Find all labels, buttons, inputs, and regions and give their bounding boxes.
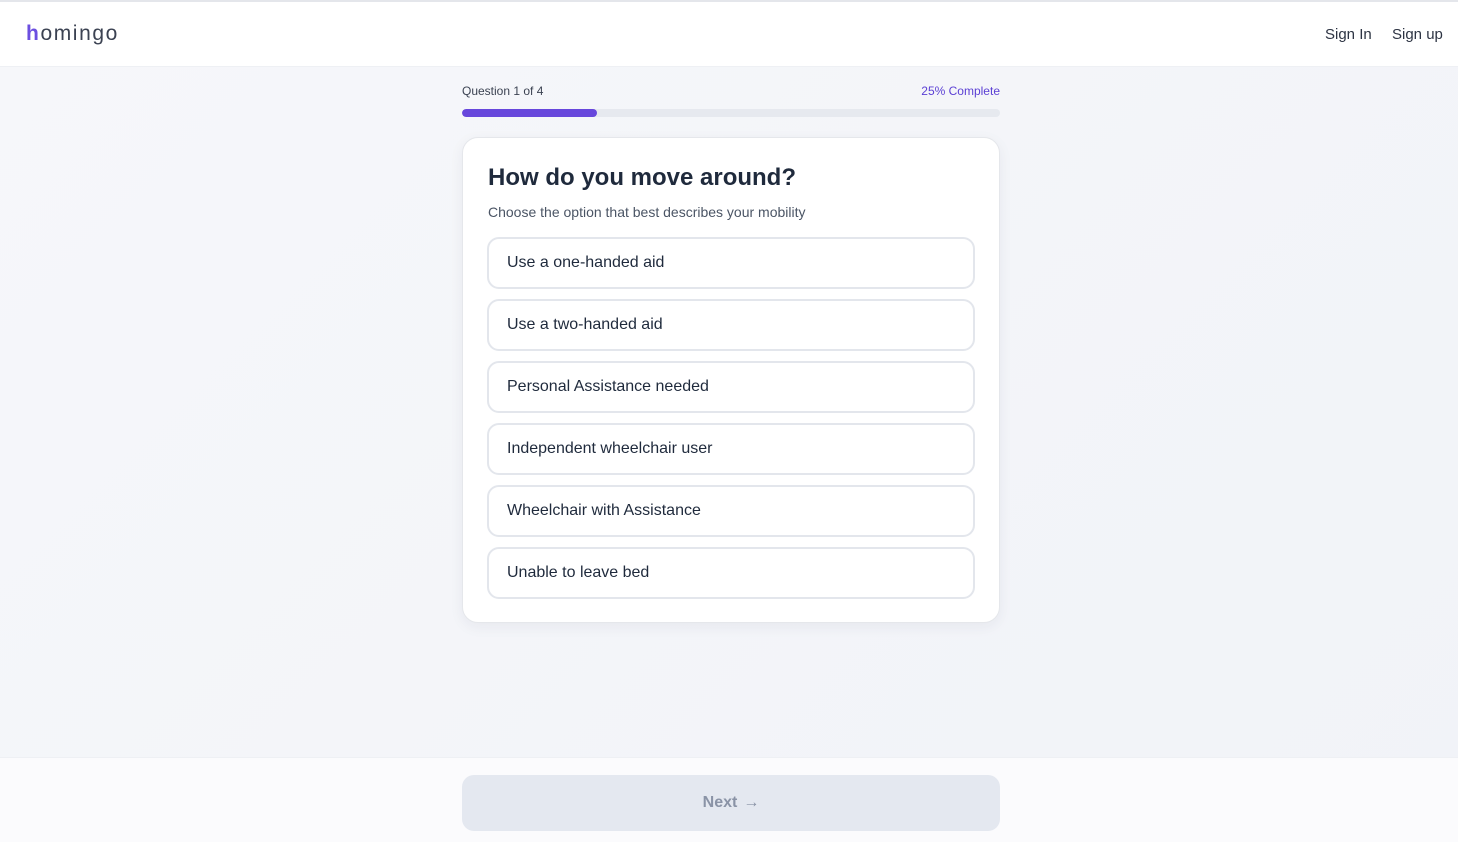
option-one-handed-aid[interactable]: Use a one-handed aid <box>487 237 975 289</box>
progress-percent: 25% Complete <box>921 84 1000 98</box>
progress-meta: Question 1 of 4 25% Complete <box>462 84 1000 100</box>
question-counter: Question 1 of 4 <box>462 84 544 98</box>
option-two-handed-aid[interactable]: Use a two-handed aid <box>487 299 975 351</box>
option-independent-wheelchair[interactable]: Independent wheelchair user <box>487 423 975 475</box>
option-personal-assistance[interactable]: Personal Assistance needed <box>487 361 975 413</box>
logo-h-glyph: h <box>26 22 41 45</box>
homingo-logo[interactable]: homingo <box>26 22 119 46</box>
options-list: Use a one-handed aid Use a two-handed ai… <box>487 237 975 609</box>
app-frame: homingo Sign In Sign up Question 1 of 4 … <box>0 0 1458 842</box>
next-button-label: Next <box>702 794 738 811</box>
progress-bar <box>462 109 1000 117</box>
next-button[interactable]: Next → <box>462 775 1000 831</box>
option-unable-to-leave-bed[interactable]: Unable to leave bed <box>487 547 975 599</box>
sign-up-link[interactable]: Sign up <box>1392 26 1443 43</box>
option-wheelchair-with-assistance[interactable]: Wheelchair with Assistance <box>487 485 975 537</box>
top-navbar: homingo Sign In Sign up <box>0 2 1458 67</box>
sign-in-link[interactable]: Sign In <box>1325 26 1372 43</box>
question-card: How do you move around? Choose the optio… <box>462 137 1000 623</box>
question-title: How do you move around? <box>488 164 797 191</box>
arrow-right-icon: → <box>743 794 760 811</box>
footer-bar: Next → <box>0 757 1458 842</box>
logo-wordmark: omingo <box>40 22 119 45</box>
progress-bar-fill <box>462 109 597 117</box>
question-subtitle: Choose the option that best describes yo… <box>488 204 806 220</box>
